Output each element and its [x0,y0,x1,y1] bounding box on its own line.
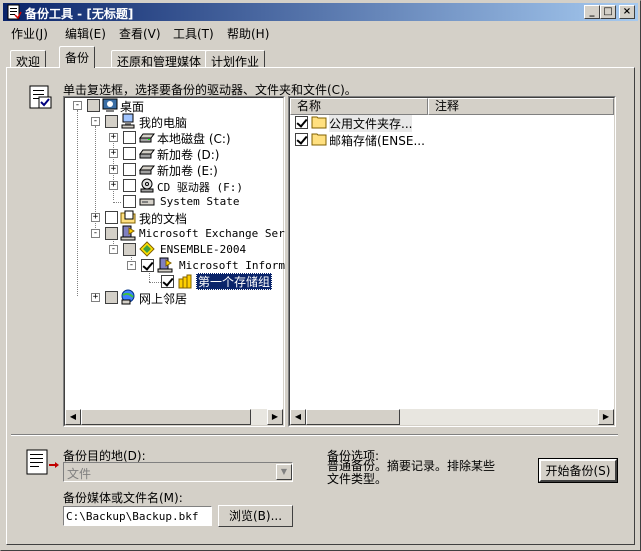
tree-label-exchange[interactable]: Microsoft Exchange Serve [139,227,285,240]
tree-content: - 桌面 - 我的电脑 + 本地磁盘 (C:) + 新加卷 (D:) + 新加卷… [63,96,285,427]
system-state-icon [139,198,155,206]
expand-cd-drive[interactable]: + [109,181,118,190]
expand-info-store[interactable]: - [127,261,136,270]
checkbox-my-computer[interactable] [105,115,118,128]
checkbox-local-disk[interactable] [123,131,136,144]
destination-select[interactable]: 文件 ▼ [63,462,293,482]
checkbox-my-documents[interactable] [105,211,118,224]
expand-local-disk[interactable]: + [109,133,118,142]
tab-welcome[interactable]: 欢迎 [10,50,47,69]
list-scroll-thumb[interactable] [306,409,400,425]
tree-label-cd-drive[interactable]: CD 驱动器 (F:) [157,179,243,195]
list-content: 名称 注释 公用文件夹存... 邮箱存储(ENSE... ◀ ▶ [288,96,616,427]
media-filename-input[interactable]: C:\Backup\Backup.bkf [63,506,212,526]
checkbox-storage-group[interactable] [161,275,174,288]
options-text: 普通备份。摘要记录。排除某些文件类型。 [327,459,496,486]
backup-window: 备份工具 - [无标题] _ □ × 作业(J) 编辑(E) 查看(V) 工具(… [0,0,641,551]
backup-app-icon [7,4,22,20]
cd-drive-icon [140,178,154,193]
checkbox-volume-d[interactable] [123,147,136,160]
tab-restore[interactable]: 还原和管理媒体 [111,50,208,69]
expand-volume-d[interactable]: + [109,149,118,158]
hard-disk-icon [139,133,155,143]
tab-schedule[interactable]: 计划作业 [205,50,266,69]
checkbox-exchange[interactable] [105,227,118,240]
backup-checklist-icon [29,85,52,109]
destination-value: 文件 [67,467,92,481]
checkbox-server[interactable] [123,243,136,256]
column-header-name[interactable]: 名称 [290,98,428,115]
tree-label-local-disk[interactable]: 本地磁盘 (C:) [157,130,231,147]
expand-exchange[interactable]: - [91,229,100,238]
tree-label-system-state[interactable]: System State [160,195,239,208]
maximize-button[interactable]: □ [600,5,616,19]
start-backup-button[interactable]: 开始备份(S) [538,458,618,483]
tree-horizontal-scrollbar[interactable]: ◀ ▶ [65,409,283,425]
tree-scroll-thumb[interactable] [81,409,251,425]
backup-destination-icon [26,449,59,475]
menu-job[interactable]: 作业(J) [11,25,48,42]
menu-bar: 作业(J) 编辑(E) 查看(V) 工具(T) 帮助(H) [3,22,638,42]
checkbox-public-folders[interactable] [295,116,308,129]
scroll-left-arrow-icon[interactable]: ◀ [65,409,81,425]
expand-my-computer[interactable]: - [91,117,100,126]
expand-server[interactable]: - [109,245,118,254]
expand-volume-e[interactable]: + [109,165,118,174]
checkbox-mailbox-store[interactable] [295,133,308,146]
list-horizontal-scrollbar[interactable]: ◀ ▶ [290,409,614,425]
divider [11,434,618,436]
network-icon [121,289,135,305]
server-diamond-icon [139,241,155,257]
tree-label-info-store[interactable]: Microsoft Informa [179,259,285,272]
title-bar[interactable]: 备份工具 - [无标题] _ □ × [3,3,638,21]
folder-icon [311,116,327,129]
hard-disk-icon [139,165,155,175]
scroll-right-arrow-icon[interactable]: ▶ [267,409,283,425]
exchange-server-icon [120,225,136,241]
expand-desktop[interactable]: - [73,101,82,110]
checkbox-info-store[interactable] [141,259,154,272]
checkbox-cd-drive[interactable] [123,179,136,192]
list-item-public-folders[interactable]: 公用文件夹存... [329,115,413,132]
list-item-mailbox-store[interactable]: 邮箱存储(ENSE... [329,132,425,149]
menu-tools[interactable]: 工具(T) [173,25,214,42]
tree-label-my-documents[interactable]: 我的文档 [139,210,187,227]
storage-group-icon [178,274,192,289]
column-header-note[interactable]: 注释 [428,98,614,115]
scroll-right-arrow-icon[interactable]: ▶ [598,409,614,425]
computer-icon [121,113,135,129]
desktop-icon [102,98,118,112]
media-label: 备份媒体或文件名(M): [63,491,183,505]
menu-edit[interactable]: 编辑(E) [65,25,106,42]
media-filename-value: C:\Backup\Backup.bkf [66,510,199,523]
tree-label-network[interactable]: 网上邻居 [139,290,187,307]
expand-network[interactable]: + [91,293,100,302]
checkbox-system-state[interactable] [123,195,136,208]
tree-label-volume-e[interactable]: 新加卷 (E:) [157,162,218,179]
tree-label-storage-group[interactable]: 第一个存储组 [196,273,273,290]
tree-label-server[interactable]: ENSEMBLE-2004 [160,243,246,256]
minimize-button[interactable]: _ [584,5,600,19]
checkbox-desktop[interactable] [87,99,100,112]
information-store-icon [157,257,173,273]
close-button[interactable]: × [619,5,635,19]
folder-icon [311,133,327,146]
checkbox-volume-e[interactable] [123,163,136,176]
browse-button[interactable]: 浏览(B)... [218,505,293,527]
tab-backup[interactable]: 备份 [59,46,96,68]
menu-help[interactable]: 帮助(H) [227,25,269,42]
hard-disk-icon [139,149,155,159]
expand-my-documents[interactable]: + [91,213,100,222]
tree-label-volume-d[interactable]: 新加卷 (D:) [157,146,219,163]
dropdown-arrow-icon[interactable]: ▼ [276,464,292,480]
my-documents-icon [120,210,136,224]
window-title: 备份工具 - [无标题] [25,7,134,21]
menu-view[interactable]: 查看(V) [119,25,161,42]
scroll-left-arrow-icon[interactable]: ◀ [290,409,306,425]
checkbox-network[interactable] [105,291,118,304]
